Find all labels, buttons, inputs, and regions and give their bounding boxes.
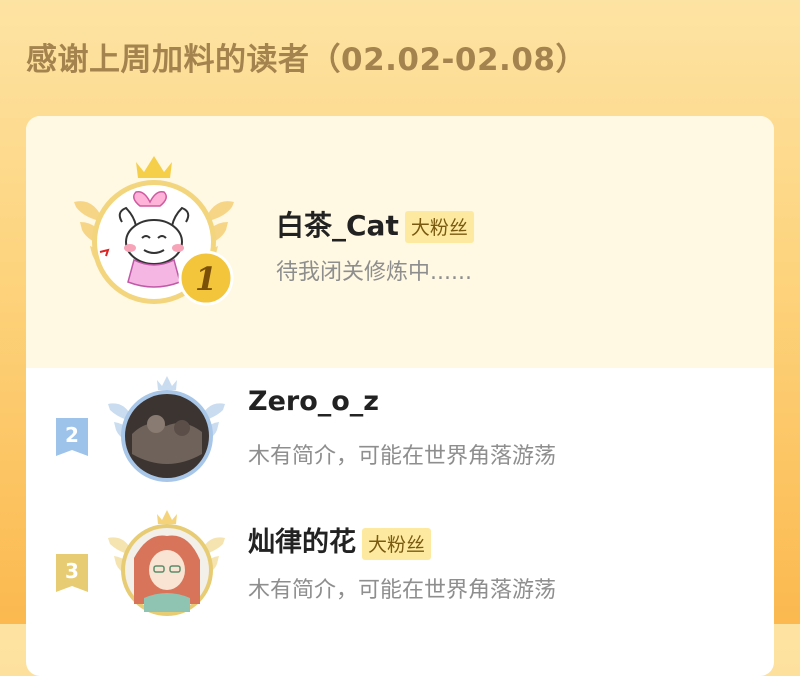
rank-2-avatar-frame — [108, 376, 225, 482]
rank-3-row[interactable]: 3 灿律的花 大粉丝 木有简介，可能在世界角落游荡 — [26, 508, 774, 618]
rank-1-avatar-frame: 1 — [64, 152, 244, 322]
rank-1-card[interactable]: 1 白茶_Cat 大粉丝 待我闭关修炼中...... — [26, 116, 774, 368]
rank-3-name: 灿律的花 大粉丝 — [248, 520, 432, 560]
rank-3-avatar-frame — [108, 510, 225, 616]
leaderboard-panel: 1 白茶_Cat 大粉丝 待我闭关修炼中...... 2 Zero_o_z 木有… — [26, 116, 774, 676]
rank-2-number: 2 — [65, 423, 79, 447]
rank-1-bio: 待我闭关修炼中...... — [276, 260, 472, 285]
rank-2-row[interactable]: 2 Zero_o_z 木有简介，可能在世界角落游荡 — [26, 374, 774, 484]
rank-3-flag-icon: 3 — [56, 554, 88, 592]
rank-2-flag-icon: 2 — [56, 418, 88, 456]
fan-badge: 大粉丝 — [362, 527, 432, 560]
rank-3-username: 灿律的花 — [248, 527, 356, 558]
rank-3-number: 3 — [65, 559, 79, 583]
crown-icon — [157, 510, 177, 524]
fan-badge: 大粉丝 — [404, 211, 474, 243]
rank-2-bio: 木有简介，可能在世界角落游荡 — [248, 444, 557, 469]
rank-3-bio: 木有简介，可能在世界角落游荡 — [248, 578, 557, 603]
rank-1-number: 1 — [195, 260, 217, 298]
rank-1-username: 白茶_Cat — [276, 209, 399, 242]
rank-2-username: Zero_o_z — [248, 386, 380, 417]
page-title: 感谢上周加料的读者（02.02-02.08） — [26, 42, 587, 78]
crown-icon — [157, 376, 177, 390]
crown-icon — [136, 156, 172, 178]
rank-1-name: 白茶_Cat 大粉丝 — [276, 204, 474, 244]
